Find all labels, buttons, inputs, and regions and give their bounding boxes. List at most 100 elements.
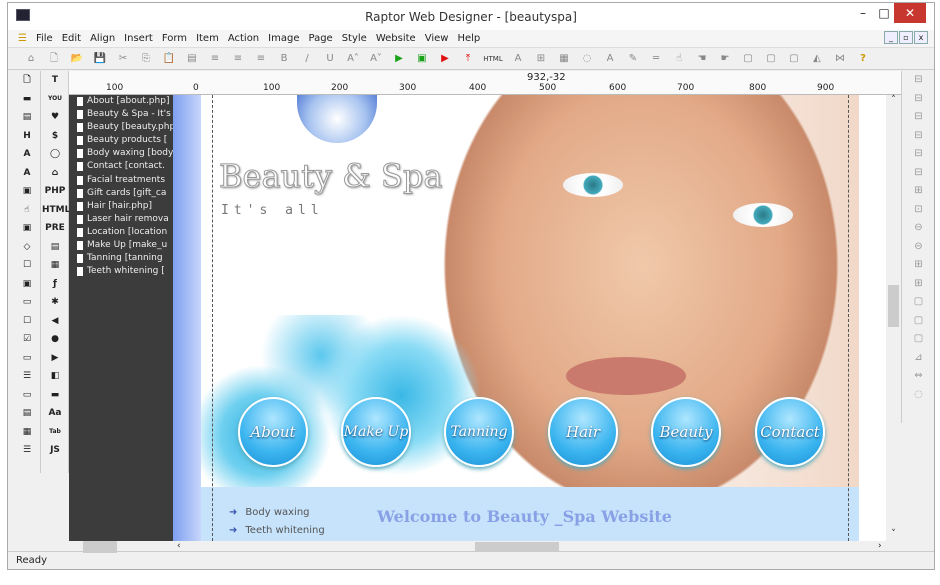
toolbar-button-26[interactable]: ✎: [624, 51, 642, 67]
align-tool-0[interactable]: ⊟: [902, 71, 935, 90]
toolbar-button-13[interactable]: U: [321, 51, 339, 67]
toolbar-button-1[interactable]: 🗋: [45, 51, 63, 67]
insert-tool-b-20[interactable]: JS: [42, 441, 68, 460]
insert-tool-b-18[interactable]: Aa: [42, 404, 68, 423]
insert-tool-b-13[interactable]: ◀: [42, 312, 68, 331]
insert-tool-b-15[interactable]: ▶: [42, 349, 68, 368]
insert-tool-b-17[interactable]: ▬: [42, 386, 68, 405]
link-teeth-whitening[interactable]: ➜ Teeth whitening: [229, 525, 325, 536]
toolbar-button-8[interactable]: ≡: [206, 51, 224, 67]
align-tool-17[interactable]: ◌: [902, 386, 935, 405]
tree-item[interactable]: Beauty & Spa - It's all: [69, 108, 173, 121]
insert-tool-18[interactable]: ▤: [14, 404, 40, 423]
menu-form[interactable]: Form: [162, 33, 187, 44]
insert-tool-15[interactable]: ▭: [14, 349, 40, 368]
toolbar-button-9[interactable]: ≡: [229, 51, 247, 67]
align-tool-11[interactable]: ⊞: [902, 275, 935, 294]
tree-item[interactable]: About [about.php]: [69, 95, 173, 108]
insert-tool-0[interactable]: 🗋: [14, 71, 40, 90]
insert-tool-b-6[interactable]: PHP: [42, 182, 68, 201]
toolbar-button-7[interactable]: ▤: [183, 51, 201, 67]
insert-tool-b-14[interactable]: ●: [42, 330, 68, 349]
toolbar-button-11[interactable]: B: [275, 51, 293, 67]
toolbar-button-32[interactable]: ▢: [762, 51, 780, 67]
menu-align[interactable]: Align: [90, 33, 115, 44]
tree-item[interactable]: Body waxing [body: [69, 147, 173, 160]
insert-tool-b-11[interactable]: ƒ: [42, 275, 68, 294]
scroll-up-icon[interactable]: ˄: [886, 95, 901, 105]
toolbar-button-3[interactable]: 💾: [91, 51, 109, 67]
insert-tool-b-1[interactable]: YOU: [42, 90, 68, 109]
toolbar-button-6[interactable]: 📋: [160, 51, 178, 67]
insert-tool-6[interactable]: ▣: [14, 182, 40, 201]
toolbar-button-34[interactable]: ◭: [808, 51, 826, 67]
align-tool-15[interactable]: ⊿: [902, 349, 935, 368]
tree-item[interactable]: Hair [hair.php]: [69, 200, 173, 213]
nav-contact[interactable]: Contact: [755, 397, 825, 467]
menu-image[interactable]: Image: [268, 33, 299, 44]
minimize-button[interactable]: –: [853, 3, 873, 23]
align-tool-1[interactable]: ⊟: [902, 90, 935, 109]
menu-file[interactable]: File: [36, 33, 53, 44]
insert-tool-17[interactable]: ▭: [14, 386, 40, 405]
align-tool-3[interactable]: ⊟: [902, 127, 935, 146]
insert-tool-5[interactable]: A: [14, 164, 40, 183]
scroll-down-icon[interactable]: ˅: [886, 529, 901, 539]
insert-tool-b-4[interactable]: ◯: [42, 145, 68, 164]
tree-item[interactable]: Tanning [tanning: [69, 252, 173, 265]
menu-edit[interactable]: Edit: [62, 33, 81, 44]
align-tool-8[interactable]: ⊖: [902, 219, 935, 238]
menu-help[interactable]: Help: [457, 33, 480, 44]
toolbar-button-25[interactable]: A: [601, 51, 619, 67]
toolbar-button-2[interactable]: 📂: [68, 51, 86, 67]
insert-tool-2[interactable]: ▤: [14, 108, 40, 127]
menu-style[interactable]: Style: [342, 33, 367, 44]
tree-item[interactable]: Location [location: [69, 226, 173, 239]
toolbar-button-24[interactable]: ◌: [578, 51, 596, 67]
tree-item[interactable]: Beauty [beauty.php]: [69, 121, 173, 134]
toolbar-button-19[interactable]: ⤒: [459, 51, 477, 67]
nav-hair[interactable]: Hair: [548, 397, 618, 467]
insert-tool-b-5[interactable]: ⌂: [42, 164, 68, 183]
insert-tool-10[interactable]: ☐: [14, 256, 40, 275]
insert-tool-b-10[interactable]: ▦: [42, 256, 68, 275]
insert-tool-16[interactable]: ☰: [14, 367, 40, 386]
insert-tool-b-2[interactable]: ♥: [42, 108, 68, 127]
insert-tool-20[interactable]: ☰: [14, 441, 40, 460]
align-tool-14[interactable]: ▢: [902, 330, 935, 349]
toolbar-button-14[interactable]: A˄: [344, 51, 362, 67]
toolbar-button-36[interactable]: ?: [854, 51, 872, 67]
align-tool-5[interactable]: ⊟: [902, 164, 935, 183]
link-body-waxing[interactable]: ➜ Body waxing: [229, 507, 310, 518]
nav-make-up[interactable]: Make Up: [341, 397, 411, 467]
nav-beauty[interactable]: Beauty: [651, 397, 721, 467]
canvas-vertical-scrollbar[interactable]: ˄ ˅: [886, 95, 901, 541]
toolbar-button-15[interactable]: A˅: [367, 51, 385, 67]
tree-item[interactable]: Contact [contact.: [69, 160, 173, 173]
insert-tool-8[interactable]: ▣: [14, 219, 40, 238]
scroll-left-icon[interactable]: ‹: [177, 541, 181, 551]
toolbar-button-35[interactable]: ⋈: [831, 51, 849, 67]
mdi-minimize-button[interactable]: _: [884, 31, 898, 44]
toolbar-button-5[interactable]: ⎘: [137, 51, 155, 67]
align-tool-16[interactable]: ⇔: [902, 367, 935, 386]
toolbar-button-18[interactable]: ▶: [436, 51, 454, 67]
menu-insert[interactable]: Insert: [124, 33, 153, 44]
align-tool-7[interactable]: ⊡: [902, 201, 935, 220]
align-tool-13[interactable]: ▢: [902, 312, 935, 331]
align-tool-4[interactable]: ⊟: [902, 145, 935, 164]
insert-tool-13[interactable]: ☐: [14, 312, 40, 331]
align-tool-12[interactable]: ▢: [902, 293, 935, 312]
tree-item[interactable]: Make Up [make_u: [69, 239, 173, 252]
menu-action[interactable]: Action: [228, 33, 259, 44]
menu-view[interactable]: View: [425, 33, 449, 44]
insert-tool-b-0[interactable]: T: [42, 71, 68, 90]
insert-tool-b-16[interactable]: ◧: [42, 367, 68, 386]
toolbar-button-0[interactable]: ⌂: [22, 51, 40, 67]
insert-tool-9[interactable]: ◇: [14, 238, 40, 257]
tree-item[interactable]: Gift cards [gift_ca: [69, 187, 173, 200]
toolbar-button-28[interactable]: ☝: [670, 51, 688, 67]
toolbar-button-27[interactable]: ═: [647, 51, 665, 67]
menu-page[interactable]: Page: [308, 33, 332, 44]
nav-about[interactable]: About: [238, 397, 308, 467]
